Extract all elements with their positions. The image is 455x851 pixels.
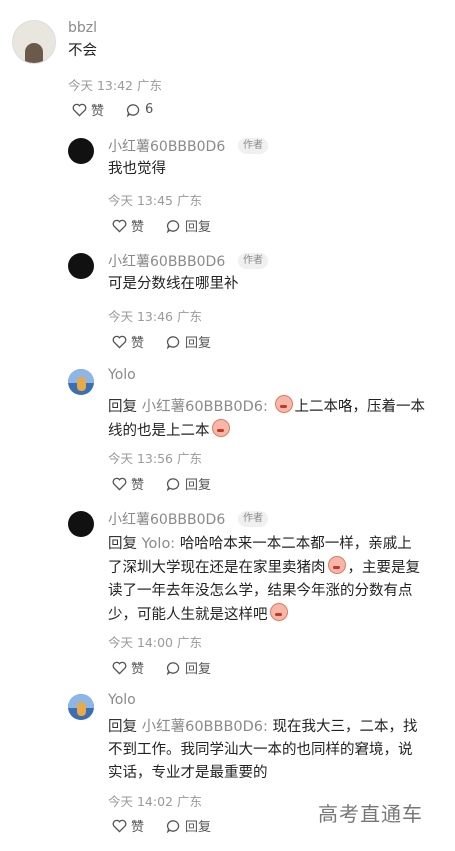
comment-username[interactable]: 小红薯60BBB0D6 <box>108 136 225 156</box>
reply-label: 回复 <box>185 820 212 835</box>
speech-bubble-icon <box>166 819 180 833</box>
comment-text-segment: 少，可能人生就是这样吧 <box>108 607 268 623</box>
comment-meta: 今天 13:56 广东 <box>108 451 202 466</box>
heart-icon <box>72 103 87 117</box>
comment-line: 实话，专业才是最重要的 <box>108 765 268 781</box>
comment-text-segment: 现在我大三，二本，找 <box>272 719 418 735</box>
like-button[interactable]: 赞 <box>112 474 144 493</box>
speech-bubble-icon <box>126 103 140 117</box>
avatar-photo-person <box>25 43 43 63</box>
comment-username[interactable]: 小红薯60BBB0D6 <box>108 509 225 529</box>
comment-line: 线的也是上二本 <box>108 419 438 443</box>
comment-text-segment: 了深圳大学现在还是在家里卖猪肉 <box>108 560 326 576</box>
reply-label: 回复 <box>185 220 212 235</box>
comment-line: 少，可能人生就是这样吧 <box>108 603 443 627</box>
reply-label: 回复 <box>185 336 212 351</box>
comment-text-segment: ，主要是复 <box>347 560 421 576</box>
like-label: 赞 <box>131 820 145 835</box>
like-button[interactable]: 赞 <box>112 332 144 351</box>
comment-text: 回复 Yolo: 哈哈哈本来一本二本都一样，亲戚上 了深圳大学现在还是在家里卖猪… <box>108 533 443 627</box>
reply-label: 回复 <box>185 662 212 677</box>
heart-icon <box>112 335 127 349</box>
reply-target-username[interactable]: 小红薯60BBB0D6: <box>142 399 268 415</box>
reply-label: 回复 <box>185 478 212 493</box>
avatar[interactable] <box>68 511 94 537</box>
speech-bubble-icon <box>166 335 180 349</box>
pig-face-emoji <box>269 603 288 621</box>
crying-face-emoji <box>211 419 230 437</box>
comment-meta: 今天 14:00 广东 <box>108 635 202 650</box>
like-button[interactable]: 赞 <box>72 100 104 119</box>
like-label: 赞 <box>131 662 145 677</box>
comment-text-segment: 线的也是上二本 <box>108 423 210 439</box>
comment-line: 不到工作。我同学汕大一本的也同样的窘境，说 <box>108 742 413 758</box>
heart-icon <box>112 661 127 675</box>
comment-username[interactable]: Yolo <box>108 367 136 383</box>
reply-prefix: 回复 <box>108 399 137 415</box>
comment-text: 可是分数线在哪里补 <box>108 276 239 292</box>
speech-bubble-icon <box>166 477 180 491</box>
reply-target-username[interactable]: 小红薯60BBB0D6: <box>142 719 268 735</box>
reply-button[interactable]: 回复 <box>166 474 211 493</box>
comment-meta: 今天 14:02 广东 <box>108 794 202 809</box>
like-button[interactable]: 赞 <box>112 816 144 835</box>
reply-button[interactable]: 回复 <box>166 216 211 235</box>
avatar[interactable] <box>68 253 94 279</box>
comment-text-segment: 哈哈哈本来一本二本都一样，亲戚上 <box>179 536 412 552</box>
comment-username[interactable]: Yolo <box>108 692 136 708</box>
comment-meta: 今天 13:42 广东 <box>68 78 162 93</box>
comment-line: 了深圳大学现在还是在家里卖猪肉 ，主要是复 <box>108 556 443 580</box>
comment-text: 我也觉得 <box>108 161 166 177</box>
heart-icon <box>112 219 127 233</box>
like-label: 赞 <box>91 104 105 119</box>
pig-face-emoji <box>327 556 346 574</box>
comment-text: 不会 <box>68 43 97 59</box>
comment-username[interactable]: bbzl <box>68 20 97 36</box>
comment-text: 回复 小红薯60BBB0D6: 上二本咯，压着一本 线的也是上二本 <box>108 395 438 443</box>
reply-prefix: 回复 <box>108 536 137 552</box>
reply-count: 6 <box>145 102 154 117</box>
avatar-figure <box>77 702 86 716</box>
comment-actions: 赞 回复 <box>112 658 233 677</box>
comment-meta: 今天 13:46 广东 <box>108 309 202 324</box>
like-label: 赞 <box>131 478 145 493</box>
comment-line: 回复 小红薯60BBB0D6: 上二本咯，压着一本 <box>108 395 438 419</box>
avatar[interactable] <box>68 694 94 720</box>
reply-button[interactable]: 回复 <box>166 658 211 677</box>
comment-text-segment: 上二本咯，压着一本 <box>294 399 426 415</box>
comment-actions: 赞 回复 <box>112 474 233 493</box>
like-button[interactable]: 赞 <box>112 658 144 677</box>
comment-actions: 赞 回复 <box>112 332 233 351</box>
reply-prefix: 回复 <box>108 719 137 735</box>
avatar-figure <box>77 377 86 391</box>
like-label: 赞 <box>131 220 145 235</box>
avatar[interactable] <box>12 20 56 64</box>
reply-button[interactable]: 回复 <box>166 332 211 351</box>
author-badge: 作者 <box>238 253 268 269</box>
like-button[interactable]: 赞 <box>112 216 144 235</box>
avatar[interactable] <box>68 369 94 395</box>
like-label: 赞 <box>131 336 145 351</box>
reply-button[interactable]: 回复 <box>166 816 211 835</box>
reply-target-username[interactable]: Yolo: <box>142 536 176 552</box>
comment-line: 读了一年去年没怎么学，结果今年涨的分数有点 <box>108 583 413 599</box>
watermark: 高考直通车 <box>318 802 423 826</box>
heart-icon <box>112 819 127 833</box>
comment-actions: 赞 回复 <box>112 816 233 835</box>
comment-actions: 赞 回复 <box>112 216 233 235</box>
comment-line: 回复 小红薯60BBB0D6: 现在我大三，二本，找 <box>108 716 443 739</box>
comment-line: 回复 Yolo: 哈哈哈本来一本二本都一样，亲戚上 <box>108 533 443 556</box>
speech-bubble-icon <box>166 661 180 675</box>
comment-username[interactable]: 小红薯60BBB0D6 <box>108 251 225 271</box>
author-badge: 作者 <box>238 511 268 527</box>
comment-meta: 今天 13:45 广东 <box>108 193 202 208</box>
crying-face-emoji <box>274 395 293 413</box>
comment-actions: 赞 6 <box>72 100 175 119</box>
heart-icon <box>112 477 127 491</box>
comment-text: 回复 小红薯60BBB0D6: 现在我大三，二本，找 不到工作。我同学汕大一本的… <box>108 716 443 785</box>
author-badge: 作者 <box>238 138 268 154</box>
reply-count-button[interactable]: 6 <box>126 102 153 117</box>
avatar[interactable] <box>68 138 94 164</box>
speech-bubble-icon <box>166 219 180 233</box>
